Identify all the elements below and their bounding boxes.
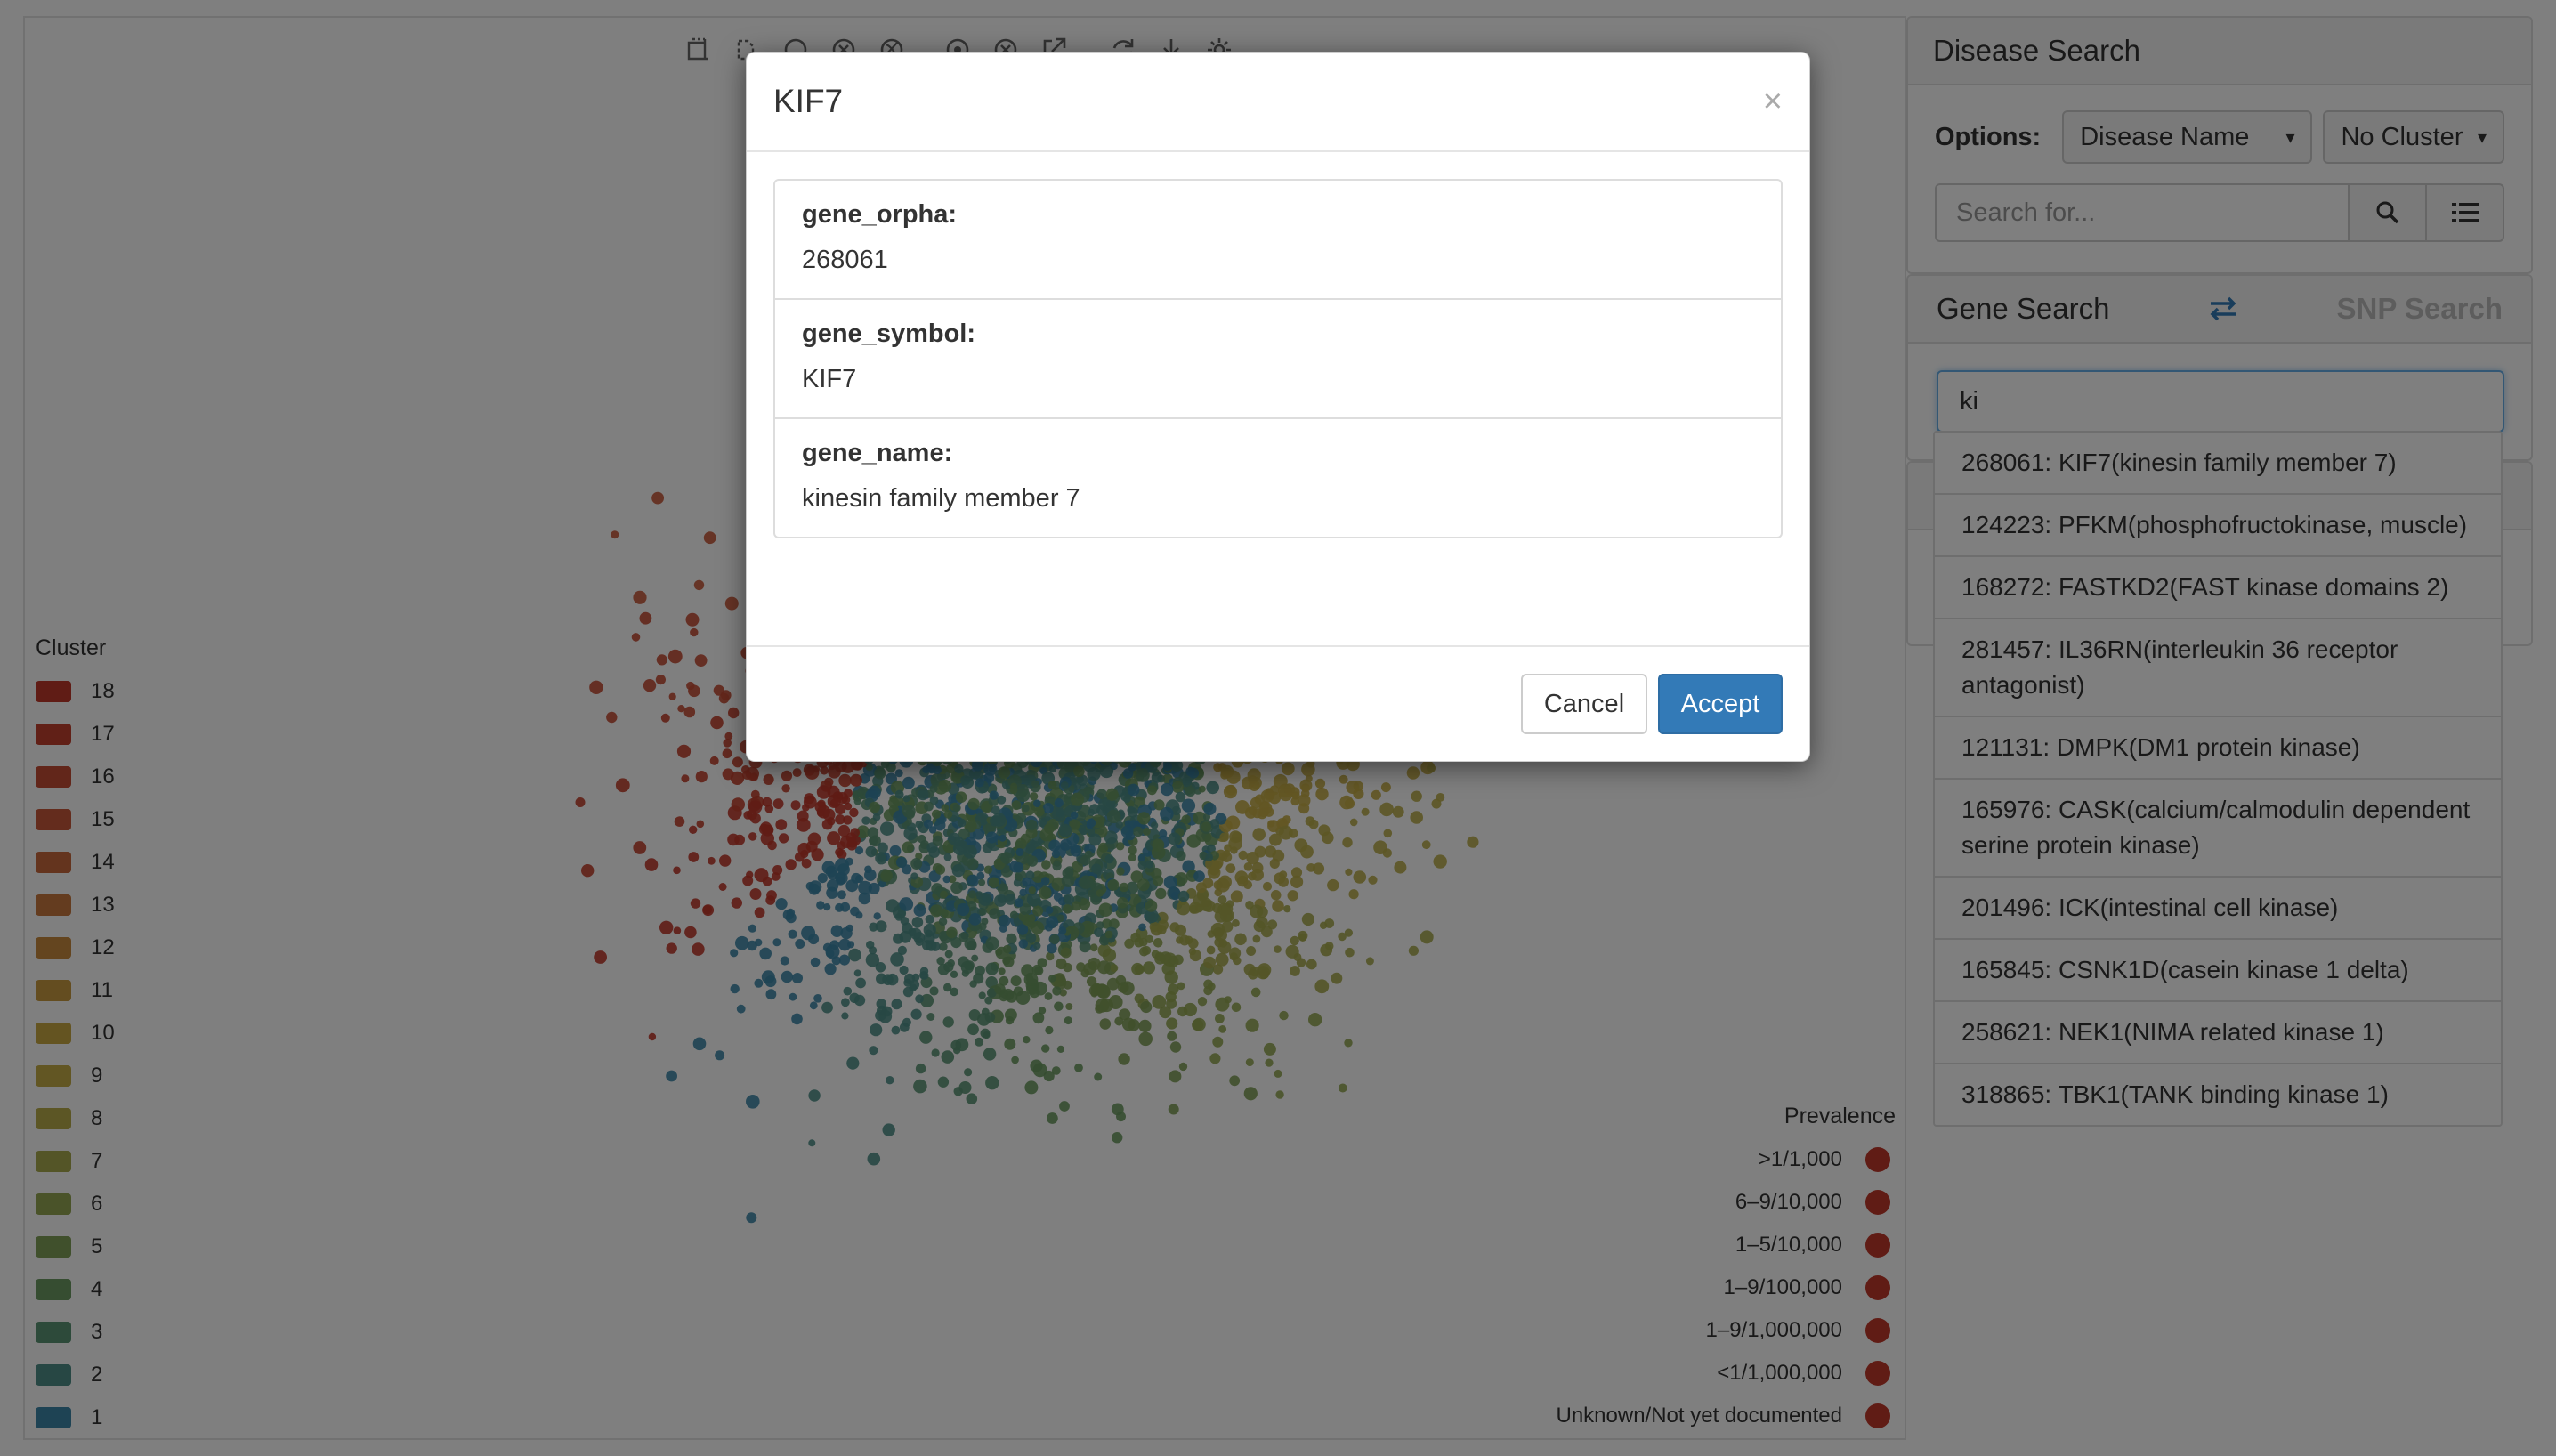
- field-value: kinesin family member 7: [802, 484, 1080, 513]
- cancel-button[interactable]: Cancel: [1521, 674, 1647, 734]
- field-key: gene_orpha:: [802, 200, 958, 229]
- gene-field-row: gene_symbol: KIF7: [775, 300, 1781, 419]
- gene-field-row: gene_name:kinesin family member 7: [775, 419, 1781, 537]
- field-key: gene_symbol:: [802, 320, 975, 348]
- close-icon[interactable]: ×: [1763, 85, 1783, 118]
- field-value: KIF7: [802, 365, 857, 393]
- gene-field-row: gene_orpha: 268061: [775, 181, 1781, 300]
- accept-button[interactable]: Accept: [1658, 674, 1783, 734]
- gene-field-list: gene_orpha: 268061 gene_symbol: KIF7 gene_na…: [773, 179, 1783, 538]
- gene-detail-modal: KIF7 × gene_orpha: 268061 gene_symbol: KIF7…: [746, 52, 1810, 762]
- field-key: gene_name:: [802, 439, 953, 467]
- modal-title: KIF7: [773, 83, 844, 119]
- field-value: 268061: [802, 246, 888, 274]
